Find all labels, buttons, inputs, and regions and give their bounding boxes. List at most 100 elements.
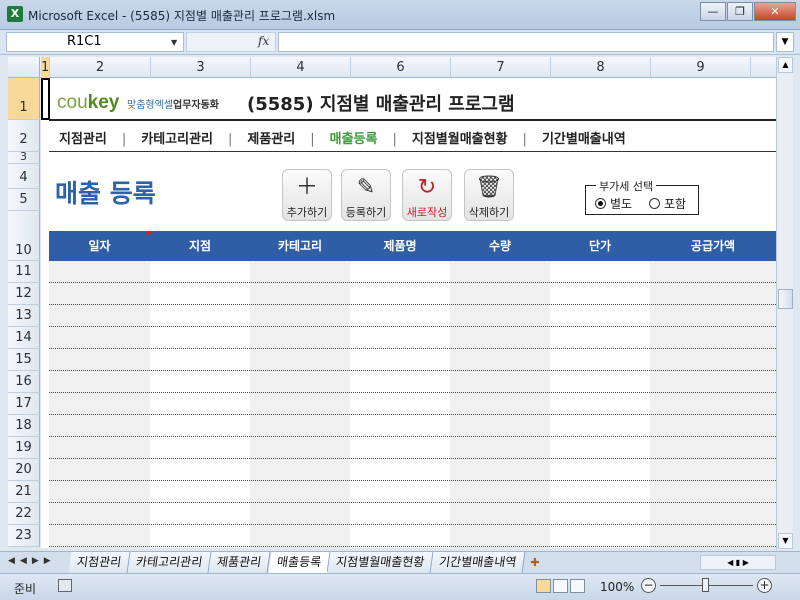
- table-row[interactable]: [49, 261, 776, 283]
- table-row[interactable]: [49, 525, 776, 547]
- table-row[interactable]: [49, 283, 776, 305]
- row-header[interactable]: 19: [8, 437, 40, 459]
- tab-product-management[interactable]: 제품관리: [208, 552, 272, 573]
- selected-cell[interactable]: [41, 78, 50, 120]
- table-row[interactable]: [49, 305, 776, 327]
- nav-sales-registration[interactable]: 매출등록: [330, 128, 378, 147]
- row-header[interactable]: 1: [8, 78, 40, 120]
- chevron-down-icon[interactable]: ▼: [171, 38, 177, 47]
- close-button[interactable]: ✕: [754, 2, 796, 21]
- zoom-slider-thumb[interactable]: [702, 578, 709, 592]
- table-row[interactable]: [49, 503, 776, 525]
- page-layout-view-icon[interactable]: [553, 579, 568, 593]
- tab-branch-management[interactable]: 지점관리: [68, 552, 131, 573]
- vat-option-included[interactable]: 포함: [649, 195, 686, 212]
- header-date[interactable]: 일자: [49, 231, 150, 261]
- row-header[interactable]: 3: [8, 151, 40, 164]
- expand-formula-icon[interactable]: ▼: [776, 32, 794, 52]
- plus-icon: ＋: [295, 175, 318, 200]
- row-header[interactable]: 18: [8, 415, 40, 437]
- row-header[interactable]: 23: [8, 525, 40, 547]
- nav-product-management[interactable]: 제품관리: [247, 128, 295, 147]
- header-branch[interactable]: 지점: [150, 231, 250, 261]
- minimize-button[interactable]: —: [700, 2, 726, 21]
- header-category[interactable]: 카테고리: [250, 231, 350, 261]
- column-header[interactable]: 4: [251, 57, 351, 78]
- excel-icon[interactable]: X: [7, 6, 23, 22]
- horizontal-scrollbar[interactable]: ◀ ▮ ▶: [700, 555, 776, 570]
- column-header[interactable]: 1: [41, 57, 50, 78]
- zoom-level[interactable]: 100%: [600, 580, 634, 594]
- header-unit-price[interactable]: 단가: [550, 231, 650, 261]
- nav-category-management[interactable]: 카테고리관리: [141, 128, 213, 147]
- radio-unselected-icon[interactable]: [649, 198, 660, 209]
- row-header[interactable]: 2: [8, 120, 40, 152]
- name-box[interactable]: R1C1: [6, 32, 184, 52]
- header-quantity[interactable]: 수량: [450, 231, 550, 261]
- window-title: Microsoft Excel - (5585) 지점별 매출관리 프로그램.x…: [28, 9, 336, 23]
- insert-function-icon[interactable]: fx: [258, 34, 269, 48]
- register-button[interactable]: ✎ 등록하기: [341, 169, 391, 221]
- nav-branch-management[interactable]: 지점관리: [59, 128, 107, 147]
- row-header[interactable]: 17: [8, 393, 40, 415]
- row-header[interactable]: 16: [8, 371, 40, 393]
- select-all-corner[interactable]: [8, 57, 40, 78]
- tab-sales-by-period[interactable]: 기간별매출내역: [430, 552, 526, 573]
- table-row[interactable]: [49, 437, 776, 459]
- radio-selected-icon[interactable]: [595, 198, 606, 209]
- table-row[interactable]: [49, 327, 776, 349]
- table-row[interactable]: [49, 349, 776, 371]
- view-buttons: [536, 579, 587, 596]
- delete-button[interactable]: 🗑 삭제하기: [464, 169, 514, 221]
- column-header[interactable]: 2: [50, 57, 151, 78]
- tab-sales-registration[interactable]: 매출등록: [268, 552, 331, 573]
- sales-table-body[interactable]: [49, 261, 776, 548]
- formula-input[interactable]: [278, 32, 774, 52]
- nav-sales-by-period[interactable]: 기간별매출내역: [542, 128, 626, 147]
- header-supply-amount[interactable]: 공급가액: [650, 231, 776, 261]
- nav-separator: |: [228, 132, 233, 147]
- insert-sheet-icon[interactable]: ✚: [530, 556, 539, 569]
- column-header[interactable]: 3: [151, 57, 251, 78]
- row-header[interactable]: 11: [8, 261, 40, 283]
- worksheet[interactable]: coukey 맞춤형엑셀업무자동화 (5585) 지점별 매출관리 프로그램 지…: [41, 78, 776, 548]
- row-header[interactable]: 10: [8, 211, 40, 261]
- tab-monthly-sales-by-branch[interactable]: 지점별월매출현황: [327, 552, 434, 573]
- row-header[interactable]: 5: [8, 189, 40, 211]
- row-header[interactable]: 22: [8, 503, 40, 525]
- vat-option-separate[interactable]: 별도: [595, 195, 632, 212]
- row-header[interactable]: 20: [8, 459, 40, 481]
- row-header[interactable]: 15: [8, 349, 40, 371]
- column-header[interactable]: 8: [551, 57, 651, 78]
- table-row[interactable]: [49, 459, 776, 481]
- sheet-tabs: 지점관리 카테고리관리 제품관리 매출등록 지점별월매출현황 기간별매출내역 ✚: [68, 552, 540, 573]
- nav-monthly-sales-by-branch[interactable]: 지점별월매출현황: [412, 128, 508, 147]
- row-header[interactable]: 14: [8, 327, 40, 349]
- scroll-thumb[interactable]: [778, 289, 793, 309]
- row-header[interactable]: 12: [8, 283, 40, 305]
- column-header[interactable]: 7: [451, 57, 551, 78]
- table-row[interactable]: [49, 393, 776, 415]
- row-header[interactable]: 4: [8, 164, 40, 189]
- table-row[interactable]: [49, 481, 776, 503]
- scroll-down-icon[interactable]: ▼: [778, 533, 793, 549]
- table-row[interactable]: [49, 415, 776, 437]
- tab-navigation-icon[interactable]: ◀◀▶▶: [8, 556, 56, 566]
- tab-category-management[interactable]: 카테고리관리: [127, 552, 212, 573]
- vertical-scrollbar[interactable]: ▲ ▼: [776, 57, 793, 550]
- scroll-up-icon[interactable]: ▲: [778, 57, 793, 73]
- macro-record-icon[interactable]: [58, 579, 72, 592]
- row-header[interactable]: 13: [8, 305, 40, 327]
- add-button[interactable]: ＋ 추가하기: [282, 169, 332, 221]
- zoom-in-icon[interactable]: +: [757, 578, 772, 593]
- header-product-name[interactable]: 제품명: [350, 231, 450, 261]
- restore-button[interactable]: ❐: [727, 2, 753, 21]
- table-row[interactable]: [49, 371, 776, 393]
- new-button[interactable]: ↻ 새로작성: [402, 169, 452, 221]
- zoom-out-icon[interactable]: −: [641, 578, 656, 593]
- column-header[interactable]: 9: [651, 57, 751, 78]
- normal-view-icon[interactable]: [536, 579, 551, 593]
- column-header[interactable]: 6: [351, 57, 451, 78]
- page-break-view-icon[interactable]: [570, 579, 585, 593]
- row-header[interactable]: 21: [8, 481, 40, 503]
